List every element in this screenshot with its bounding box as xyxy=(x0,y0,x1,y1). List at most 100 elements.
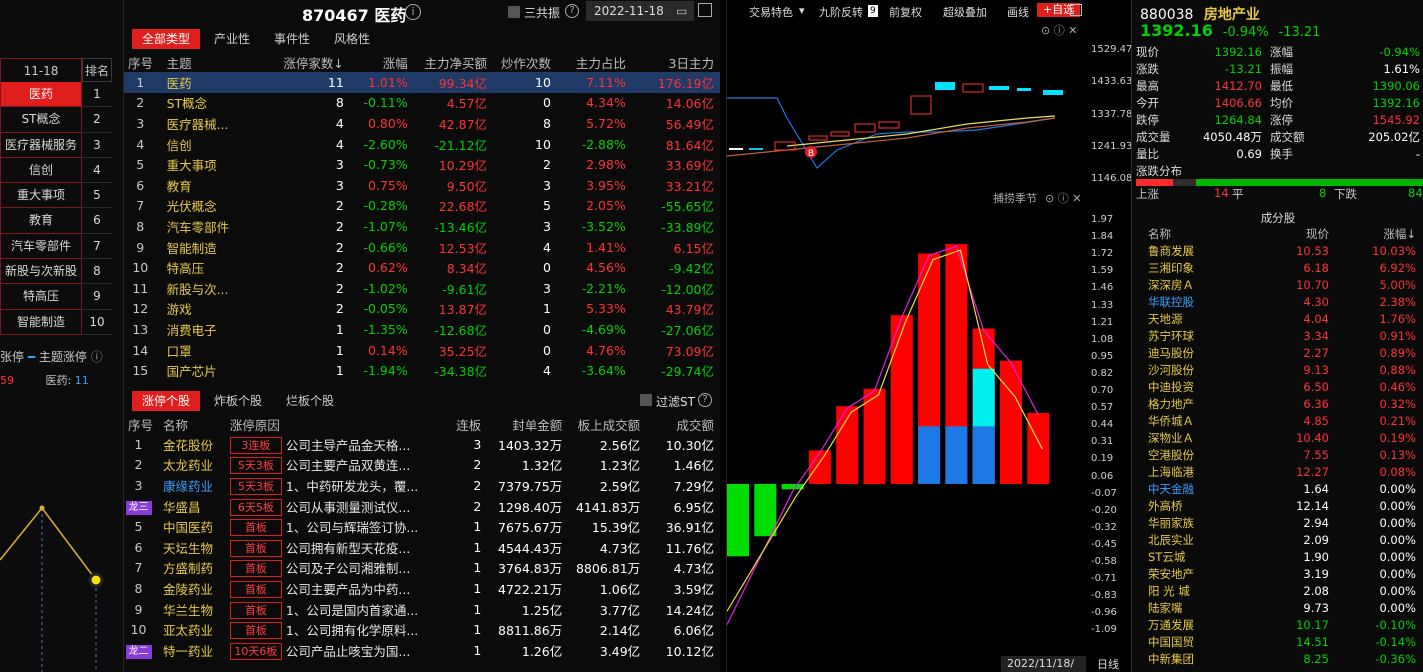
stock-name[interactable]: 金花股份 xyxy=(159,434,226,455)
theme-row[interactable]: 6 教育 3 0.75% 9.50亿 3 3.95% 33.21亿 xyxy=(124,175,720,196)
theme-row[interactable]: 10 特高压 2 0.62% 8.34亿 0 4.56% -9.42亿 xyxy=(124,257,720,278)
stock-name[interactable]: 金陵药业 xyxy=(159,578,226,599)
theme-name[interactable]: 新股与次... xyxy=(163,278,273,299)
theme-col-header-7[interactable]: 3日主力 xyxy=(632,53,720,72)
limitup-reason[interactable]: 公司主要产品为中药... xyxy=(286,579,446,598)
rank-row[interactable]: 汽车零部件 7 xyxy=(0,233,112,260)
constituent-row[interactable]: 天地源 4.04 1.76% xyxy=(1136,310,1420,327)
stock-name[interactable]: 天坛生物 xyxy=(159,537,226,558)
theme-row[interactable]: 8 汽车零部件 2 -1.07% -13.46亿 3 -3.52% -33.89亿 xyxy=(124,216,720,237)
theme-name[interactable]: 游戏 xyxy=(163,299,273,320)
constituent-row[interactable]: 阳 光 城 2.08 0.00% xyxy=(1136,582,1420,599)
constituent-row[interactable]: 迪马股份 2.27 0.89% xyxy=(1136,344,1420,361)
constituent-row[interactable]: 陆家嘴 9.73 0.00% xyxy=(1136,599,1420,616)
constituent-row[interactable]: 上海临港 12.27 0.08% xyxy=(1136,463,1420,480)
rank-row[interactable]: 医药 1 xyxy=(0,82,112,108)
theme-name[interactable]: 医疗器械... xyxy=(163,113,273,134)
stock-row[interactable]: 10 亚太药业 首板 1、公司拥有化学原料... 1 8811.86万 2.14亿 6.06亿 xyxy=(124,619,720,640)
chevron-down-icon[interactable]: ▾ xyxy=(799,4,805,17)
rank-row[interactable]: 信创 4 xyxy=(0,157,112,184)
stock-name[interactable]: 亚太药业 xyxy=(159,619,226,640)
toolbar-nine-reversal[interactable]: 九阶反转 xyxy=(819,4,863,20)
stock-type-tab-2[interactable]: 烂板个股 xyxy=(276,391,344,411)
stock-name[interactable]: 方盛制药 xyxy=(159,558,226,579)
rank-row[interactable]: 教育 6 xyxy=(0,208,112,234)
toolbar-draw[interactable]: 画线 xyxy=(1007,4,1029,20)
stock-col-header-1[interactable]: 名称 xyxy=(159,415,226,434)
stock-name[interactable]: 太龙药业 xyxy=(159,455,226,476)
theme-row[interactable]: 5 重大事项 3 -0.73% 10.29亿 2 2.98% 33.69亿 xyxy=(124,154,720,175)
theme-row[interactable]: 11 新股与次... 2 -1.02% -9.61亿 3 -2.21% -12.00亿 xyxy=(124,278,720,299)
theme-col-header-1[interactable]: 主题 xyxy=(163,53,273,72)
stock-row[interactable]: 2 太龙药业 5天3板 公司主要产品双黄连... 2 1.32亿 1.23亿 1.46亿 xyxy=(124,455,720,476)
rank-row[interactable]: 医疗器械服务 3 xyxy=(0,132,112,158)
help-icon[interactable]: ⓘ xyxy=(91,350,103,364)
limitup-reason[interactable]: 公司主导产品金天格... xyxy=(286,435,446,454)
limitup-reason[interactable]: 1、中药研发龙头，覆... xyxy=(286,476,446,495)
layout-icon[interactable] xyxy=(1070,4,1082,16)
limitup-reason[interactable]: 公司及子公司湘雅制... xyxy=(286,558,446,577)
theme-col-header-3[interactable]: 涨幅 xyxy=(350,53,414,72)
cons-col-header-2[interactable]: 涨幅↓ xyxy=(1333,226,1420,242)
theme-row[interactable]: 14 口罩 1 0.14% 35.25亿 0 4.76% 73.09亿 xyxy=(124,340,720,361)
rank-row[interactable]: 智能制造 10 xyxy=(0,309,112,335)
toolbar-trade-feature[interactable]: 交易特色 xyxy=(749,4,793,20)
limitup-reason[interactable]: 1、公司是国内首家通... xyxy=(286,600,446,619)
constituent-row[interactable]: 苏宁环球 3.34 0.91% xyxy=(1136,327,1420,344)
rank-row[interactable]: 新股与次新股 8 xyxy=(0,259,112,285)
limitup-reason[interactable]: 公司主要产品双黄连... xyxy=(286,455,446,474)
theme-name[interactable]: ST概念 xyxy=(163,93,273,114)
limitup-reason[interactable]: 1、公司拥有化学原料... xyxy=(286,620,446,639)
stock-col-header-5[interactable]: 板上成交额 xyxy=(568,415,646,434)
theme-row[interactable]: 3 医疗器械... 4 0.80% 42.87亿 8 5.72% 56.49亿 xyxy=(124,113,720,134)
constituent-row[interactable]: 北辰实业 2.09 0.00% xyxy=(1136,531,1420,548)
trend-current-point[interactable] xyxy=(88,572,104,588)
theme-row[interactable]: 12 游戏 2 -0.05% 13.87亿 1 5.33% 43.79亿 xyxy=(124,299,720,320)
constituent-row[interactable]: 格力地产 6.36 0.32% xyxy=(1136,395,1420,412)
theme-row[interactable]: 7 光伏概念 2 -0.28% 22.68亿 5 2.05% -55.65亿 xyxy=(124,196,720,217)
toolbar-overlay[interactable]: 超级叠加 xyxy=(943,4,987,20)
constituent-row[interactable]: 华侨城Ａ 4.85 0.21% xyxy=(1136,412,1420,429)
limitup-reason[interactable]: 公司产品止咳宝为国... xyxy=(286,641,446,660)
theme-name[interactable]: 医药 xyxy=(162,72,273,93)
filter-st-checkbox[interactable] xyxy=(640,394,652,406)
constituent-row[interactable]: 华丽家族 2.94 0.00% xyxy=(1136,514,1420,531)
stock-col-header-3[interactable]: 连板 xyxy=(452,415,487,434)
limitup-reason[interactable]: 1、公司与辉瑞签订协... xyxy=(286,517,446,536)
stock-name[interactable]: 中国医药 xyxy=(159,516,226,537)
constituent-row[interactable]: 荣安地产 3.19 0.00% xyxy=(1136,565,1420,582)
constituent-row[interactable]: 中天金融 1.64 0.00% xyxy=(1136,480,1420,497)
theme-col-header-2[interactable]: 涨停家数↓ xyxy=(273,53,350,72)
theme-name[interactable]: 信创 xyxy=(163,134,273,155)
theme-col-header-4[interactable]: 主力净买额 xyxy=(414,53,493,72)
export-icon[interactable] xyxy=(698,3,712,17)
stock-row[interactable]: 3 康缘药业 5天3板 1、中药研发龙头，覆... 2 7379.75万 2.59亿 7.29… xyxy=(124,475,720,496)
constituent-row[interactable]: 空港股份 7.55 0.13% xyxy=(1136,446,1420,463)
theme-name[interactable]: 特高压 xyxy=(163,257,273,278)
stock-name[interactable]: 康缘药业 xyxy=(159,475,226,496)
help-icon[interactable]: ? xyxy=(565,4,579,18)
cons-col-header-0[interactable]: 名称 xyxy=(1136,226,1246,242)
toolbar-adjust[interactable]: 前复权 xyxy=(889,4,922,20)
info-icon[interactable]: i xyxy=(405,4,421,20)
stock-row[interactable]: 龙三 华盛昌 6天5板 公司从事测量测试仪... 2 1298.40万 4141.83万 6.… xyxy=(124,496,720,517)
constituent-row[interactable]: 深深房Ａ 10.70 5.00% xyxy=(1136,276,1420,293)
theme-name[interactable]: 教育 xyxy=(163,175,273,196)
theme-name[interactable]: 口罩 xyxy=(163,340,273,361)
constituent-row[interactable]: 中国国贸 14.51 -0.14% xyxy=(1136,633,1420,650)
rank-row[interactable]: 特高压 9 xyxy=(0,284,112,310)
constituent-row[interactable]: 深物业Ａ 10.40 0.19% xyxy=(1136,429,1420,446)
theme-col-header-5[interactable]: 炒作次数 xyxy=(493,53,557,72)
stock-row[interactable]: 9 华兰生物 首板 1、公司是国内首家通... 1 1.25亿 3.77亿 14.24亿 xyxy=(124,599,720,620)
stock-row[interactable]: 龙二 特一药业 10天6板 公司产品止咳宝为国... 1 1.26亿 3.49亿 10.12亿 xyxy=(124,640,720,661)
stock-name[interactable]: 特一药业 xyxy=(159,640,226,661)
resonance-checkbox[interactable] xyxy=(508,6,520,18)
theme-name[interactable]: 国产芯片 xyxy=(163,360,273,381)
constituent-row[interactable]: 外高桥 12.14 0.00% xyxy=(1136,497,1420,514)
theme-type-tab-3[interactable]: 风格性 xyxy=(324,29,380,49)
theme-col-header-6[interactable]: 主力占比 xyxy=(557,53,632,72)
stock-name[interactable]: 华兰生物 xyxy=(159,599,226,620)
constituent-row[interactable]: 沙河股份 9.13 0.88% xyxy=(1136,361,1420,378)
period-label[interactable]: 日线 xyxy=(1097,656,1119,672)
stock-row[interactable]: 1 金花股份 3连板 公司主导产品金天格... 3 1403.32万 2.56亿 10.30亿 xyxy=(124,434,720,455)
